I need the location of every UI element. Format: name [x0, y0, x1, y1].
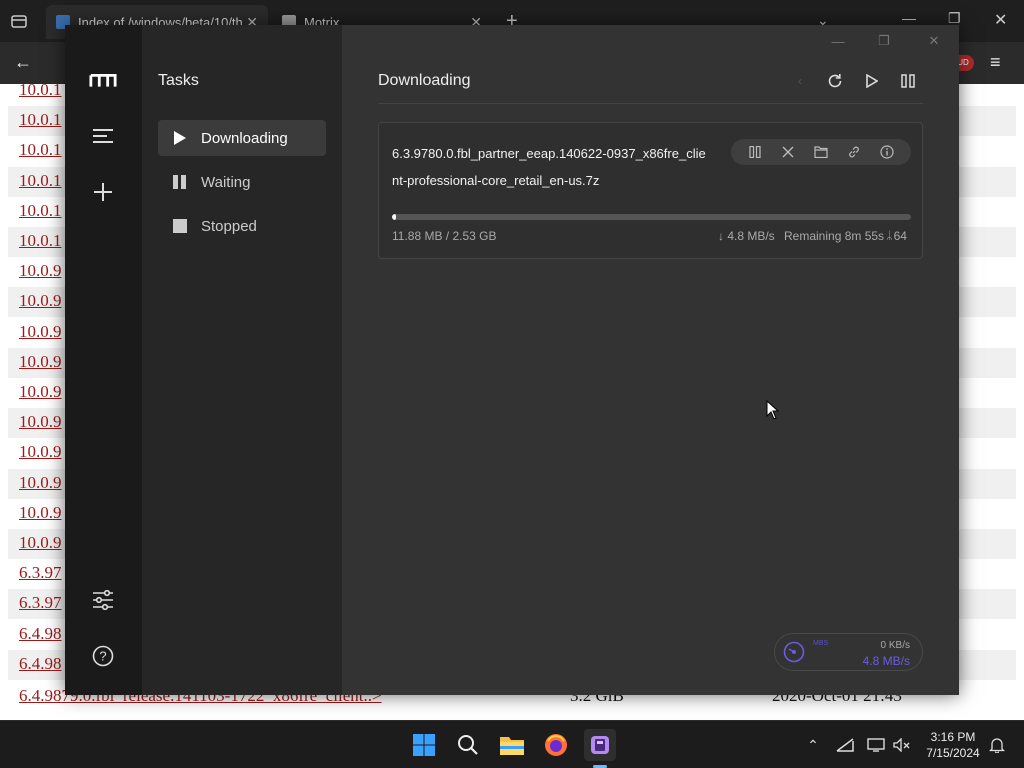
task-progress-bar	[392, 214, 911, 220]
play-icon	[172, 131, 187, 146]
listing-link[interactable]: 10.0.1	[19, 201, 62, 221]
resume-all-icon[interactable]	[860, 69, 884, 93]
sidebar-item-waiting[interactable]: Waiting	[158, 164, 326, 200]
task-item[interactable]: 6.3.9780.0.fbl_partner_eeap.140622-0937_…	[378, 122, 923, 259]
app-rail: ?	[65, 25, 142, 695]
task-size: 11.88 MB / 2.53 GB	[392, 229, 497, 243]
windows-taskbar: ⌃ 3:16 PM 7/15/2024	[0, 720, 1024, 768]
task-info-icon[interactable]	[878, 143, 896, 161]
delete-task-icon[interactable]	[779, 143, 797, 161]
listing-link[interactable]: 10.0.9	[19, 473, 62, 493]
sidebar-item-label: Stopped	[201, 217, 257, 235]
listing-link[interactable]: 10.0.9	[19, 442, 62, 462]
task-list-panel: — ❐ ✕ Downloading ‹ 6.3.9780.0.fbl_partn…	[342, 25, 959, 695]
preferences-icon[interactable]	[89, 586, 117, 614]
motrix-taskbar-icon[interactable]	[584, 729, 616, 761]
file-explorer-icon[interactable]	[496, 729, 528, 761]
pause-icon	[172, 175, 187, 190]
app-close-icon[interactable]: ✕	[924, 31, 944, 51]
task-speed: ↓ 4.8 MB/s	[718, 229, 775, 243]
listing-link[interactable]: 6.4.98	[19, 624, 62, 644]
listing-link[interactable]: 6.3.97	[19, 563, 62, 583]
task-filename: 6.3.9780.0.fbl_partner_eeap.140622-0937_…	[392, 146, 706, 188]
back-icon[interactable]: ←	[14, 52, 32, 73]
tab-actions-icon[interactable]	[10, 12, 28, 30]
chevron-left-icon: ‹	[798, 74, 802, 88]
stop-icon	[172, 219, 187, 234]
listing-link[interactable]: 6.3.97	[19, 593, 62, 613]
network-icon[interactable]	[835, 735, 855, 755]
listing-link[interactable]: 10.0.9	[19, 503, 62, 523]
clock-time: 3:16 PM	[930, 730, 976, 744]
taskbar-clock[interactable]: 3:16 PM 7/15/2024	[918, 729, 988, 761]
close-window-icon[interactable]: ✕	[994, 10, 1007, 30]
listing-link[interactable]: 10.0.9	[19, 322, 62, 342]
speedometer-icon	[783, 641, 805, 663]
firefox-icon[interactable]	[540, 729, 572, 761]
sidebar-item-downloading[interactable]: Downloading	[158, 120, 326, 156]
chevron-up-icon[interactable]: ⌃	[803, 735, 823, 755]
pause-all-icon[interactable]	[896, 69, 920, 93]
help-icon[interactable]: ?	[89, 642, 117, 670]
menu-icon[interactable]: ≡	[990, 52, 1001, 73]
open-folder-icon[interactable]	[812, 143, 830, 161]
page-title: Downloading	[378, 72, 471, 89]
app-maximize-icon[interactable]: ❐	[874, 31, 894, 51]
listing-link[interactable]: 10.0.9	[19, 382, 62, 402]
download-speed: 4.8 MB/s	[862, 654, 910, 668]
task-remaining: Remaining 8m 55s	[784, 229, 885, 243]
search-icon[interactable]	[452, 729, 484, 761]
listing-link[interactable]: 10.0.9	[19, 412, 62, 432]
motrix-window: ? Tasks Downloading Waiting Stopped — ❐ …	[65, 25, 959, 695]
svg-text:?: ?	[99, 649, 106, 664]
volume-muted-icon[interactable]	[892, 735, 912, 755]
refresh-icon[interactable]	[823, 69, 847, 93]
header-divider	[378, 103, 923, 104]
task-connections: ᛦ 64	[886, 229, 907, 243]
speedometer[interactable]: MBS 0 KB/s 4.8 MB/s	[774, 633, 923, 671]
pause-task-icon[interactable]	[746, 143, 764, 161]
progress-fill	[392, 214, 397, 220]
clock-date: 7/15/2024	[926, 746, 980, 760]
connections-icon: ᛦ	[886, 230, 893, 242]
listing-link[interactable]: 10.0.1	[19, 171, 62, 191]
listing-link[interactable]: 10.0.9	[19, 291, 62, 311]
motrix-logo-icon	[89, 67, 117, 95]
upload-speed: 0 KB/s	[880, 640, 910, 651]
start-icon[interactable]	[408, 729, 440, 761]
add-task-icon[interactable]	[89, 178, 117, 206]
display-icon[interactable]	[866, 735, 886, 755]
sidebar-item-label: Downloading	[201, 129, 288, 147]
listing-link[interactable]: 10.0.9	[19, 352, 62, 372]
mouse-cursor-icon	[766, 400, 780, 420]
listing-link[interactable]: 10.0.1	[19, 80, 62, 100]
listing-link[interactable]: 10.0.9	[19, 533, 62, 553]
sidebar-item-label: Waiting	[201, 173, 251, 191]
listing-link[interactable]: 6.4.98	[19, 654, 62, 674]
copy-link-icon[interactable]	[845, 143, 863, 161]
task-actions	[731, 139, 911, 165]
sidebar-item-stopped[interactable]: Stopped	[158, 208, 326, 244]
listing-link[interactable]: 10.0.1	[19, 231, 62, 251]
speedometer-unit: MBS	[813, 640, 829, 647]
tasks-sidebar: Tasks Downloading Waiting Stopped	[142, 25, 342, 695]
listing-link[interactable]: 10.0.1	[19, 140, 62, 160]
minimize-icon[interactable]: —	[902, 10, 916, 26]
app-minimize-icon[interactable]: —	[828, 31, 848, 51]
listing-link[interactable]: 10.0.9	[19, 261, 62, 281]
sidebar-title: Tasks	[158, 72, 199, 89]
notifications-icon[interactable]	[987, 735, 1007, 755]
connections-count: 64	[893, 229, 907, 243]
task-list-icon[interactable]	[89, 122, 117, 150]
listing-link[interactable]: 10.0.1	[19, 110, 62, 130]
